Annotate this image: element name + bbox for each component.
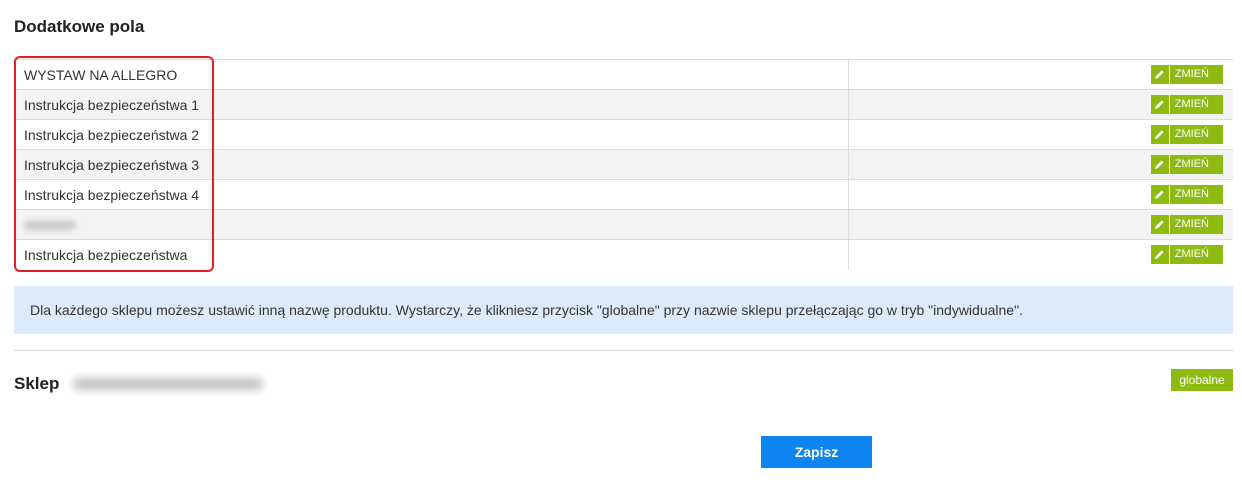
- section-title: Dodatkowe pola: [14, 17, 145, 36]
- edit-button[interactable]: ZMIEŃ: [1150, 155, 1223, 174]
- field-value: ZMIEŃ: [848, 119, 1233, 150]
- divider: [14, 350, 1233, 351]
- pencil-icon: [1151, 65, 1170, 84]
- edit-button-label: ZMIEŃ: [1174, 248, 1209, 261]
- table-row: Instrukcja bezpieczeństwa 3 ZMIEŃ: [14, 149, 1233, 180]
- edit-button[interactable]: ZMIEŃ: [1150, 185, 1223, 204]
- field-value: ZMIEŃ: [848, 59, 1233, 90]
- table-row: Instrukcja bezpieczeństwa 4 ZMIEŃ: [14, 179, 1233, 210]
- field-value: ZMIEŃ: [848, 89, 1233, 120]
- field-value: ZMIEŃ: [848, 239, 1233, 270]
- edit-button-label: ZMIEŃ: [1174, 128, 1209, 140]
- edit-button[interactable]: ZMIEŃ: [1150, 245, 1223, 265]
- pencil-icon: [1151, 215, 1170, 234]
- field-name: WYSTAW NA ALLEGRO: [14, 59, 849, 90]
- shop-heading: Sklep: [14, 374, 264, 394]
- info-box: Dla każdego sklepu możesz ustawić inną n…: [14, 286, 1233, 334]
- pencil-icon: [1151, 95, 1170, 114]
- field-name: Instrukcja bezpieczeństwa: [14, 239, 849, 270]
- pencil-icon: [1151, 185, 1170, 204]
- table-row: Instrukcja bezpieczeństwa ZMIEŃ: [14, 239, 1233, 270]
- save-button[interactable]: Zapisz: [761, 436, 872, 468]
- edit-button[interactable]: ZMIEŃ: [1150, 215, 1223, 234]
- table-row: Instrukcja bezpieczeństwa 2 ZMIEŃ: [14, 119, 1233, 150]
- table-row: WYSTAW NA ALLEGRO ZMIEŃ: [14, 59, 1233, 90]
- edit-button-label: ZMIEŃ: [1174, 158, 1209, 170]
- edit-button-label: ZMIEŃ: [1174, 98, 1209, 110]
- info-text: Dla każdego sklepu możesz ustawić inną n…: [30, 302, 1023, 318]
- field-value: ZMIEŃ: [848, 149, 1233, 180]
- table-row: ZMIEŃ: [14, 209, 1233, 240]
- edit-button-label: ZMIEŃ: [1174, 188, 1209, 200]
- field-name: Instrukcja bezpieczeństwa 3: [14, 149, 849, 180]
- shop-label: Sklep: [14, 374, 60, 393]
- pencil-icon: [1151, 125, 1170, 144]
- additional-fields-table: WYSTAW NA ALLEGRO ZMIEŃ Instrukcja bezpiec…: [14, 59, 1233, 270]
- edit-button[interactable]: ZMIEŃ: [1150, 125, 1223, 144]
- edit-button-label: ZMIEŃ: [1174, 68, 1209, 80]
- field-name: [14, 209, 849, 240]
- field-name: Instrukcja bezpieczeństwa 1: [14, 89, 849, 120]
- pencil-icon: [1151, 155, 1170, 174]
- field-value: ZMIEŃ: [848, 209, 1233, 240]
- edit-button[interactable]: ZMIEŃ: [1150, 95, 1223, 114]
- edit-button-label: ZMIEŃ: [1174, 218, 1209, 230]
- edit-button[interactable]: ZMIEŃ: [1150, 65, 1223, 84]
- shop-name-blurred: [73, 378, 264, 390]
- table-row: Instrukcja bezpieczeństwa 1 ZMIEŃ: [14, 89, 1233, 120]
- field-name: Instrukcja bezpieczeństwa 2: [14, 119, 849, 150]
- pencil-icon: [1151, 245, 1170, 265]
- field-value: ZMIEŃ: [848, 179, 1233, 210]
- blurred-field-name: [24, 221, 76, 231]
- field-name: Instrukcja bezpieczeństwa 4: [14, 179, 849, 210]
- global-toggle-button[interactable]: globalne: [1171, 369, 1233, 391]
